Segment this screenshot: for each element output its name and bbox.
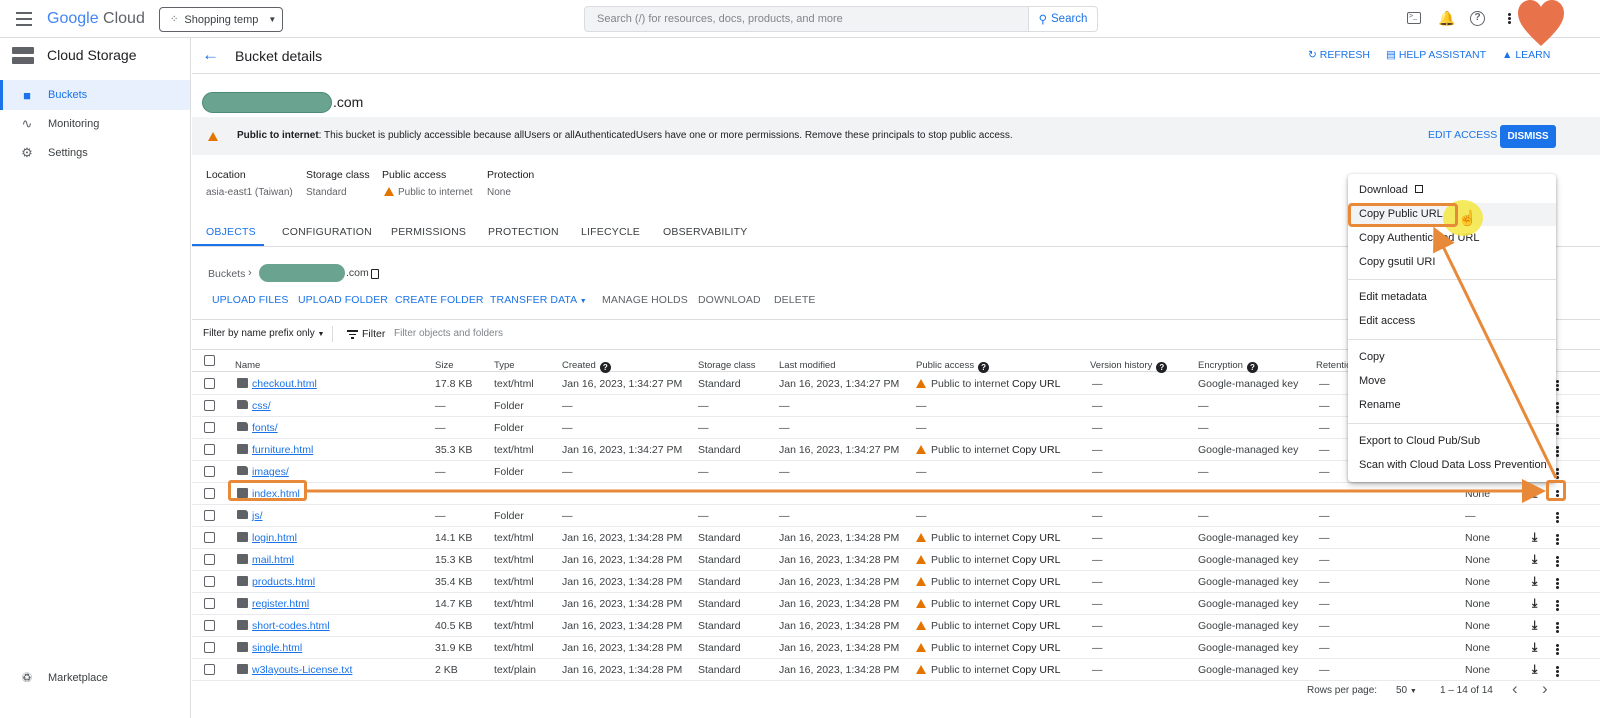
annotation-arrows: [307, 226, 1558, 503]
